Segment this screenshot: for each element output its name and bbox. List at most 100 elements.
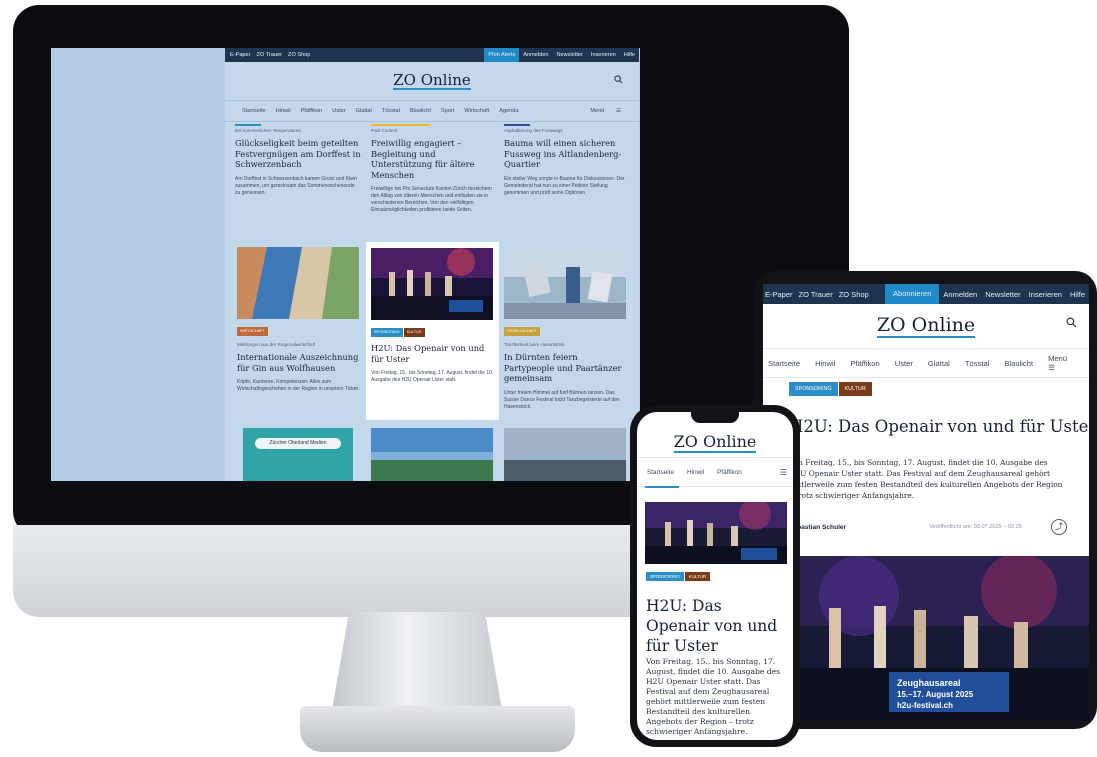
article-badges: SPONSORING KULTUR xyxy=(646,572,711,581)
nav-item-glattal[interactable]: Glattal xyxy=(356,108,372,114)
teaser-image-concert xyxy=(371,248,493,320)
article-teaser-highlighted[interactable]: SPONSORING KULTUR H2U: Das Openair von u… xyxy=(366,242,499,420)
menu-button[interactable]: Menü ☰ xyxy=(1048,354,1082,372)
nav-item-blaulicht[interactable]: Blaulicht xyxy=(1004,359,1033,368)
nav-item-uster[interactable]: Uster xyxy=(895,359,913,368)
article-teaser[interactable]: Paid Content Freiwillig engagiert – Begl… xyxy=(371,124,497,214)
banner-line-2: 15.–17. August 2025 xyxy=(897,690,974,699)
banner-line-3: h2u-festival.ch xyxy=(897,701,953,710)
tablet-screen: E-Paper ZO Trauer ZO Shop Abonnieren Anm… xyxy=(763,284,1089,721)
teaser-kicker: Paid Content xyxy=(371,128,398,133)
menu-label: Menü xyxy=(1048,354,1068,363)
article-teaser[interactable]: Asphaltierung des Fusswegs Bauma will ei… xyxy=(504,124,630,197)
category-badge[interactable]: SPONSORING xyxy=(646,572,684,581)
tablet-nav: Startseite Hinwil Pfäffikon Uster Glatta… xyxy=(763,348,1089,378)
nav-active-indicator xyxy=(645,486,679,488)
topbar-link-trauer[interactable]: ZO Trauer xyxy=(799,290,833,299)
teaser-kicker: Meldungen aus der Regionalwirtschaft xyxy=(237,342,316,347)
search-icon[interactable] xyxy=(1066,317,1077,331)
topbar-link-shop[interactable]: ZO Shop xyxy=(839,290,869,299)
desktop-topbar: E-Paper ZO Trauer ZO Shop Pfüh Alerts An… xyxy=(225,48,639,62)
article-teaser[interactable]: GESELLSCHAFT Tanzfestival beim Hasenstri… xyxy=(504,247,630,411)
monitor-stand-neck xyxy=(332,612,502,710)
menu-label: Menü xyxy=(590,108,605,114)
topbar-help-link[interactable]: Hilfe xyxy=(1066,290,1089,299)
teaser-title[interactable]: Freiwillig engagiert – Begleitung und Un… xyxy=(371,138,497,180)
nav-item-pfaeffikon[interactable]: Pfäffikon xyxy=(850,359,879,368)
desktop-header: ZO Online xyxy=(225,62,639,100)
teaser-badges: GESELLSCHAFT xyxy=(504,327,630,336)
nav-item-wirtschaft[interactable]: Wirtschaft xyxy=(464,108,489,114)
desktop-nav: Startseite Hinwil Pfäffikon Uster Glatta… xyxy=(225,100,639,122)
topbar-newsletter-link[interactable]: Newsletter xyxy=(552,52,586,58)
phone-device: ZO Online Startseite Hinwil Pfäffikon ☰ … xyxy=(630,405,800,747)
topbar-help-link[interactable]: Hilfe xyxy=(620,52,639,58)
article-teaser[interactable]: Bei sommerlichen Temperaturen Glückselig… xyxy=(235,124,361,197)
article-lead: Von Freitag, 15., bis Sonntag, 17. Augus… xyxy=(789,458,1063,500)
nav-item-toesstal[interactable]: Tösstal xyxy=(965,359,989,368)
topbar-link-trauer[interactable]: ZO Trauer xyxy=(257,52,283,58)
category-badge[interactable]: SPONSORING xyxy=(789,382,838,396)
article-teaser[interactable]: WIRTSCHAFT Meldungen aus der Regionalwir… xyxy=(237,247,363,393)
teaser-text: Ein steiler Weg sorgte in Bauma für Disk… xyxy=(504,175,625,196)
teaser-text: Unter freiem Himmel auf fünf Bühnen tanz… xyxy=(504,389,620,410)
promo-tile[interactable]: Zürcher Oberland Medien xyxy=(243,428,353,481)
share-icon[interactable]: ⤴ xyxy=(1051,519,1067,535)
menu-button[interactable]: Menü ☰ xyxy=(590,108,631,114)
nav-item-hinwil[interactable]: Hinwil xyxy=(276,108,291,114)
nav-item-blaulicht[interactable]: Blaulicht xyxy=(410,108,431,114)
teaser-bar xyxy=(371,124,431,126)
site-logo[interactable]: ZO Online xyxy=(393,72,471,90)
category-badge[interactable]: GESELLSCHAFT xyxy=(504,327,540,336)
nav-item-startseite[interactable]: Startseite xyxy=(647,469,674,476)
article-hero-image-concert: Zeughausareal 15.–17. August 2025 h2u-fe… xyxy=(789,556,1089,721)
site-logo[interactable]: ZO Online xyxy=(673,433,757,453)
category-badge[interactable]: KULTUR xyxy=(838,382,872,396)
nav-item-pfaeffikon[interactable]: Pfäffikon xyxy=(301,108,323,114)
topbar-login-link[interactable]: Anmelden xyxy=(939,290,981,299)
nav-item-pfaeffikon[interactable]: Pfäffikon xyxy=(717,469,742,476)
nav-item-toesstal[interactable]: Tösstal xyxy=(382,108,400,114)
nav-item-startseite[interactable]: Startseite xyxy=(768,359,800,368)
topbar-link-epaper[interactable]: E-Paper xyxy=(765,290,793,299)
category-badge[interactable]: KULTUR xyxy=(403,328,425,337)
teaser-title[interactable]: In Dürnten feiern Partypeople und Paartä… xyxy=(504,352,630,384)
topbar-inserieren-link[interactable]: Inserieren xyxy=(1025,290,1066,299)
nav-item-sport[interactable]: Sport xyxy=(441,108,454,114)
nav-item-uster[interactable]: Uster xyxy=(332,108,345,114)
teaser-badges: SPONSORING KULTUR xyxy=(371,328,494,337)
topbar-inserieren-link[interactable]: Inserieren xyxy=(587,52,620,58)
teaser-title[interactable]: Internationale Auszeichnung für Gin aus … xyxy=(237,352,363,373)
topbar-login-link[interactable]: Anmelden xyxy=(519,52,552,58)
hamburger-icon[interactable]: ☰ xyxy=(780,468,787,477)
teaser-kicker: Bei sommerlichen Temperaturen xyxy=(235,128,302,133)
teaser-kicker: Asphaltierung des Fusswegs xyxy=(504,128,563,133)
teaser-title[interactable]: Bauma will einen sicheren Fussweg ins Al… xyxy=(504,138,630,170)
nav-item-agenda[interactable]: Agenda xyxy=(499,108,518,114)
topbar-link-shop[interactable]: ZO Shop xyxy=(288,52,310,58)
nav-item-hinwil[interactable]: Hinwil xyxy=(687,469,704,476)
nav-item-glattal[interactable]: Glattal xyxy=(928,359,950,368)
article-title: H2U: Das Openair von und für Uster xyxy=(646,597,778,655)
teaser-text: Am Dorffest in Schwerzenbach kamen Gross… xyxy=(235,175,357,196)
subscribe-button[interactable]: Abonnieren xyxy=(885,284,940,304)
nav-item-hinwil[interactable]: Hinwil xyxy=(815,359,835,368)
topbar-newsletter-link[interactable]: Newsletter xyxy=(981,290,1024,299)
teaser-bar xyxy=(235,124,261,126)
desktop-screen: E-Paper ZO Trauer ZO Shop Pfüh Alerts An… xyxy=(51,48,640,481)
phone-nav: Startseite Hinwil Pfäffikon ☰ xyxy=(637,457,793,488)
site-logo[interactable]: ZO Online xyxy=(876,314,976,338)
teaser-image-banknotes xyxy=(237,247,359,319)
category-badge[interactable]: WIRTSCHAFT xyxy=(237,327,268,336)
category-badge[interactable]: SPONSORING xyxy=(371,328,403,337)
search-icon[interactable] xyxy=(614,75,623,86)
teaser-title[interactable]: H2U: Das Openair von und für Uster xyxy=(371,343,494,364)
phone-screen: ZO Online Startseite Hinwil Pfäffikon ☰ … xyxy=(637,412,793,740)
topbar-link-epaper[interactable]: E-Paper xyxy=(230,52,251,58)
topbar-alerts-button[interactable]: Pfüh Alerts xyxy=(484,48,520,62)
nav-item-startseite[interactable]: Startseite xyxy=(242,108,266,114)
topbar-right: Pfüh Alerts Anmelden Newsletter Inserier… xyxy=(484,48,639,62)
teaser-kicker: Tanzfestival beim Hasenstrick xyxy=(504,342,565,347)
category-badge[interactable]: KULTUR xyxy=(684,572,711,581)
teaser-title[interactable]: Glückseligkeit beim geteilten Festvergnü… xyxy=(235,138,361,170)
